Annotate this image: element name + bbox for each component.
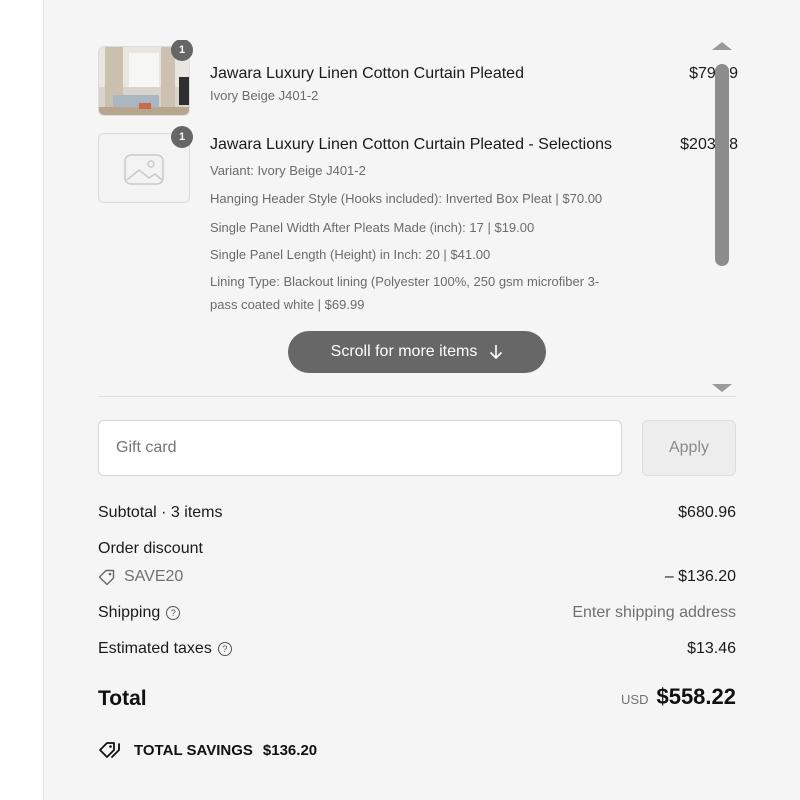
- subtotal-row: Subtotal · 3 items $680.96: [98, 502, 736, 524]
- total-label: Total: [98, 687, 147, 710]
- quantity-badge: 1: [171, 126, 193, 148]
- total-value: USD $558.22: [621, 684, 736, 710]
- scroll-for-more-button[interactable]: Scroll for more items: [288, 331, 546, 373]
- product-option: Lining Type: Blackout lining (Polyester …: [210, 274, 600, 312]
- gift-card-input[interactable]: [98, 420, 622, 476]
- section-divider: [98, 396, 736, 397]
- scroll-up-arrow[interactable]: [712, 42, 732, 50]
- product-thumbnail-wrap: 1: [98, 40, 193, 118]
- scrollbar-thumb[interactable]: [715, 64, 729, 266]
- subtotal-label: Subtotal · 3 items: [98, 504, 223, 521]
- shipping-row: Shipping? Enter shipping address: [98, 602, 736, 624]
- taxes-value: $13.46: [687, 640, 736, 657]
- total-row: Total USD $558.22: [98, 684, 736, 718]
- tags-icon: [99, 742, 120, 758]
- page-background: [0, 0, 43, 800]
- discount-code-text: SAVE20: [124, 568, 184, 585]
- total-savings-label: TOTAL SAVINGS: [134, 741, 253, 759]
- product-option: Hanging Header Style (Hooks included): I…: [210, 191, 603, 206]
- currency-code: USD: [621, 692, 649, 707]
- line-item-details: Jawara Luxury Linen Cotton Curtain Pleat…: [210, 62, 620, 106]
- shipping-value: Enter shipping address: [572, 604, 736, 621]
- product-variant: Variant: Ivory Beige J401-2: [210, 163, 366, 178]
- product-thumbnail-wrap: 1: [98, 126, 193, 205]
- taxes-label-wrap: Estimated taxes?: [98, 638, 232, 660]
- taxes-label: Estimated taxes: [98, 640, 212, 657]
- order-discount-label: Order discount: [98, 540, 203, 557]
- items-scrollbar[interactable]: [712, 42, 732, 392]
- product-variant: Ivory Beige J401-2: [210, 88, 319, 103]
- line-item: 1 Jawara Luxury Linen Cotton Curtain Ple…: [98, 40, 738, 126]
- arrow-down-icon: [490, 345, 503, 360]
- taxes-row: Estimated taxes? $13.46: [98, 638, 736, 660]
- scroll-hint-label: Scroll for more items: [330, 343, 478, 360]
- total-savings: TOTAL SAVINGS $136.20: [98, 739, 317, 761]
- product-title: Jawara Luxury Linen Cotton Curtain Pleat…: [210, 65, 524, 82]
- total-amount: $558.22: [656, 684, 736, 709]
- discount-code: SAVE20: [98, 566, 183, 588]
- subtotal-value: $680.96: [678, 504, 736, 521]
- total-savings-amount: $136.20: [262, 741, 318, 759]
- quantity-badge: 1: [171, 40, 193, 61]
- shipping-label-wrap: Shipping?: [98, 602, 181, 624]
- shipping-label: Shipping: [98, 604, 161, 621]
- line-item-details: Jawara Luxury Linen Cotton Curtain Pleat…: [210, 133, 620, 316]
- product-title: Jawara Luxury Linen Cotton Curtain Pleat…: [210, 136, 612, 153]
- apply-button[interactable]: Apply: [642, 420, 736, 476]
- help-icon[interactable]: ?: [166, 606, 181, 620]
- product-option: Single Panel Length (Height) in Inch: 20…: [210, 247, 491, 262]
- discount-value: – $136.20: [664, 568, 736, 585]
- scroll-down-arrow[interactable]: [712, 384, 732, 392]
- product-option: Single Panel Width After Pleats Made (in…: [210, 220, 535, 235]
- discount-code-row: SAVE20 – $136.20: [98, 566, 736, 588]
- tag-icon: [98, 569, 115, 585]
- order-discount-row: Order discount: [98, 538, 736, 560]
- help-icon[interactable]: ?: [217, 642, 232, 656]
